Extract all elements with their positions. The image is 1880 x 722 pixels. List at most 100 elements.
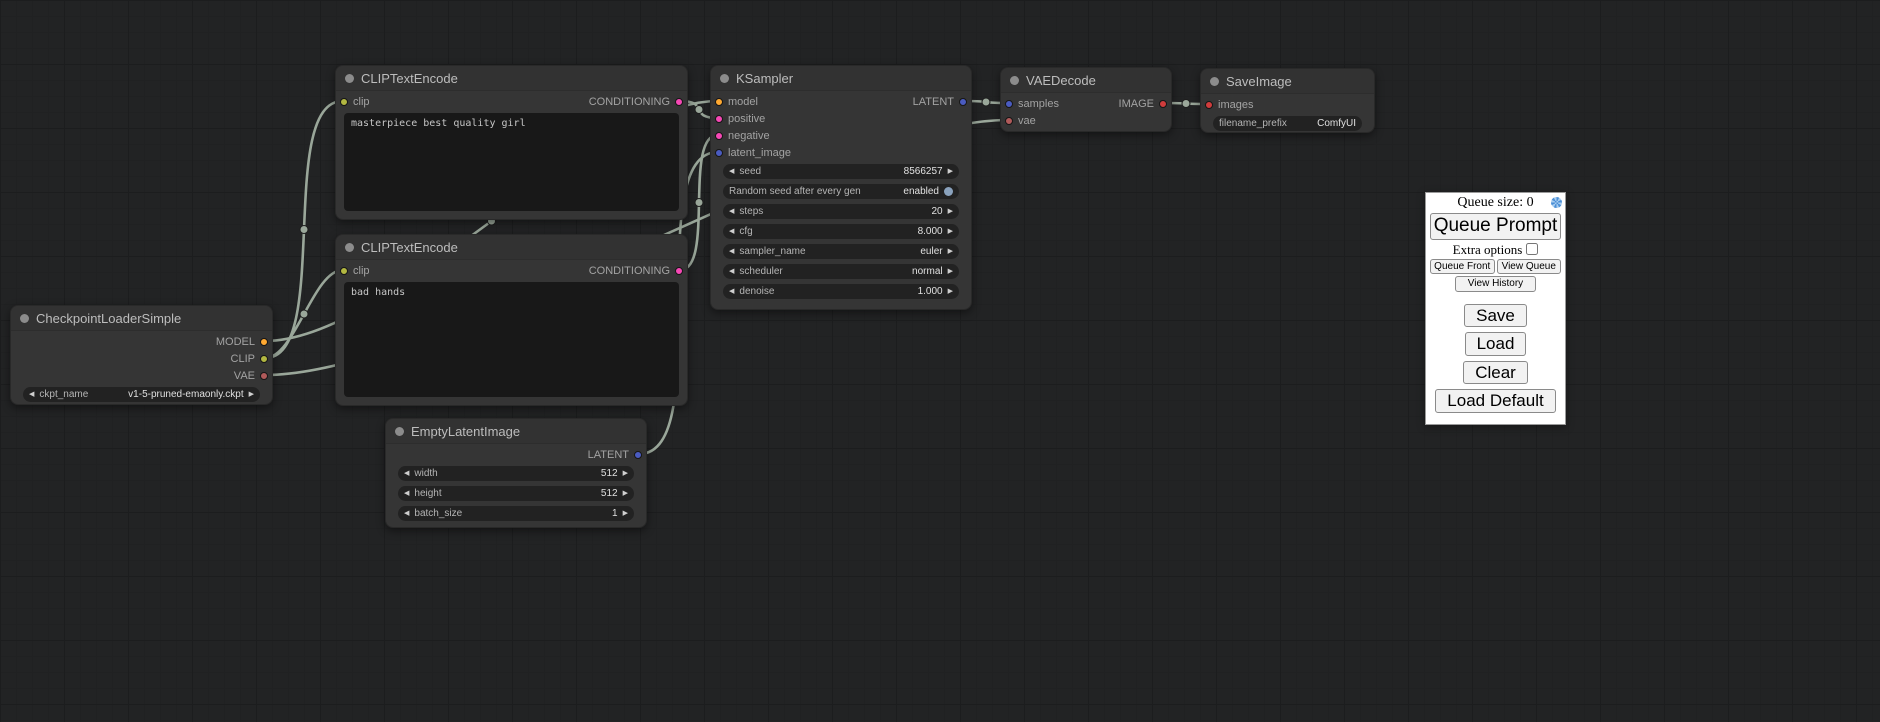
toggle-knob[interactable] xyxy=(944,187,953,196)
extra-options-checkbox[interactable] xyxy=(1526,243,1538,255)
input-slot-latent-image: latent_image xyxy=(711,146,971,160)
output-slot-latent: LATENT xyxy=(386,448,646,462)
widget-value: euler xyxy=(920,246,942,257)
decrement-arrow-icon[interactable]: ◀ xyxy=(729,168,734,175)
input-dot-positive[interactable] xyxy=(715,115,723,123)
node-clip-text-encode-positive[interactable]: CLIPTextEncodeclipCONDITIONINGmasterpiec… xyxy=(335,65,688,220)
node-title-bar[interactable]: CLIPTextEncode xyxy=(336,235,687,260)
node-collapse-dot[interactable] xyxy=(395,427,404,436)
node-collapse-dot[interactable] xyxy=(345,243,354,252)
increment-arrow-icon[interactable]: ▶ xyxy=(948,168,953,175)
widget-value: 1.000 xyxy=(918,286,943,297)
widget-ckpt-name[interactable]: ◀ckpt_namev1-5-pruned-emaonly.ckpt▶ xyxy=(23,387,260,402)
node-checkpoint-loader-simple[interactable]: CheckpointLoaderSimpleMODELCLIPVAE◀ckpt_… xyxy=(10,305,273,405)
output-dot-image[interactable] xyxy=(1159,100,1167,108)
widget-seed[interactable]: ◀seed8566257▶ xyxy=(723,164,959,179)
widget-height[interactable]: ◀height512▶ xyxy=(398,486,634,501)
increment-arrow-icon[interactable]: ▶ xyxy=(623,510,628,517)
input-dot-images[interactable] xyxy=(1205,101,1213,109)
output-dot-latent[interactable] xyxy=(959,98,967,106)
node-title-bar[interactable]: CLIPTextEncode xyxy=(336,66,687,91)
widget-label: denoise xyxy=(739,286,774,297)
slot-label: MODEL xyxy=(216,336,255,348)
widget-value: normal xyxy=(912,266,943,277)
output-dot-clip[interactable] xyxy=(260,355,268,363)
prompt-textarea[interactable]: bad hands xyxy=(344,282,679,397)
decrement-arrow-icon[interactable]: ◀ xyxy=(404,490,409,497)
decrement-arrow-icon[interactable]: ◀ xyxy=(404,470,409,477)
node-collapse-dot[interactable] xyxy=(20,314,29,323)
input-dot-latent-image[interactable] xyxy=(715,149,723,157)
settings-gear-icon[interactable] xyxy=(1551,197,1562,208)
increment-arrow-icon[interactable]: ▶ xyxy=(623,490,628,497)
slot-label: vae xyxy=(1018,115,1036,127)
node-title-bar[interactable]: KSampler xyxy=(711,66,971,91)
output-dot-model[interactable] xyxy=(260,338,268,346)
widget-denoise[interactable]: ◀ denoise 1.000 ▶ xyxy=(723,284,959,299)
input-slot-positive: positive xyxy=(711,112,971,126)
widget-value: 20 xyxy=(931,206,942,217)
queue-front-button[interactable]: Queue Front xyxy=(1430,259,1495,275)
graph-canvas[interactable]: Queue size: 0 Queue Prompt Extra options… xyxy=(0,0,1880,722)
node-collapse-dot[interactable] xyxy=(345,74,354,83)
increment-arrow-icon[interactable]: ▶ xyxy=(948,208,953,215)
input-dot-vae[interactable] xyxy=(1005,117,1013,125)
increment-arrow-icon[interactable]: ▶ xyxy=(623,470,628,477)
output-dot-latent[interactable] xyxy=(634,451,642,459)
decrement-arrow-icon[interactable]: ◀ xyxy=(729,268,734,275)
load-default-button[interactable]: Load Default xyxy=(1435,389,1555,413)
prompt-textarea[interactable]: masterpiece best quality girl xyxy=(344,113,679,211)
link-clip[interactable] xyxy=(265,270,343,358)
decrement-arrow-icon[interactable]: ◀ xyxy=(29,391,34,398)
load-button[interactable]: Load xyxy=(1465,332,1527,356)
slot-label: CLIP xyxy=(231,353,255,365)
node-title-label: EmptyLatentImage xyxy=(411,424,520,439)
widget-batch-size[interactable]: ◀batch_size1▶ xyxy=(398,506,634,521)
increment-arrow-icon[interactable]: ▶ xyxy=(948,268,953,275)
input-slot-vae: vae xyxy=(1001,114,1171,128)
output-slot-clip: CLIP xyxy=(11,352,272,366)
increment-arrow-icon[interactable]: ▶ xyxy=(948,288,953,295)
output-dot-conditioning[interactable] xyxy=(675,98,683,106)
node-title-bar[interactable]: SaveImage xyxy=(1201,69,1374,94)
widget-sampler-name[interactable]: ◀sampler_nameeuler▶ xyxy=(723,244,959,259)
node-title-label: CLIPTextEncode xyxy=(361,240,458,255)
decrement-arrow-icon[interactable]: ◀ xyxy=(404,510,409,517)
decrement-arrow-icon[interactable]: ◀ xyxy=(729,248,734,255)
node-collapse-dot[interactable] xyxy=(1010,76,1019,85)
node-title-bar[interactable]: VAEDecode xyxy=(1001,68,1171,93)
widget-random-seed-after-every-gen[interactable]: Random seed after every genenabled xyxy=(723,184,959,199)
increment-arrow-icon[interactable]: ▶ xyxy=(948,248,953,255)
extra-options-label: Extra options xyxy=(1453,242,1523,257)
widget-label: height xyxy=(414,488,441,499)
input-dot-negative[interactable] xyxy=(715,132,723,140)
clear-button[interactable]: Clear xyxy=(1463,361,1528,385)
node-vae-decode[interactable]: VAEDecodesamplesvaeIMAGE xyxy=(1000,67,1172,132)
decrement-arrow-icon[interactable]: ◀ xyxy=(729,208,734,215)
node-ksampler[interactable]: KSamplermodelpositivenegativelatent_imag… xyxy=(710,65,972,310)
link-clip[interactable] xyxy=(265,101,343,358)
increment-arrow-icon[interactable]: ▶ xyxy=(948,228,953,235)
widget-label: batch_size xyxy=(414,508,462,519)
decrement-arrow-icon[interactable]: ◀ xyxy=(729,288,734,295)
node-collapse-dot[interactable] xyxy=(720,74,729,83)
decrement-arrow-icon[interactable]: ◀ xyxy=(729,228,734,235)
node-clip-text-encode-negative[interactable]: CLIPTextEncodeclipCONDITIONINGbad hands xyxy=(335,234,688,406)
widget-steps[interactable]: ◀steps20▶ xyxy=(723,204,959,219)
node-empty-latent-image[interactable]: EmptyLatentImageLATENT◀width512▶◀height5… xyxy=(385,418,647,528)
queue-prompt-button[interactable]: Queue Prompt xyxy=(1430,213,1561,240)
widget-width[interactable]: ◀width512▶ xyxy=(398,466,634,481)
widget-scheduler[interactable]: ◀schedulernormal▶ xyxy=(723,264,959,279)
widget-cfg[interactable]: ◀cfg8.000▶ xyxy=(723,224,959,239)
view-queue-button[interactable]: View Queue xyxy=(1497,259,1562,275)
output-dot-vae[interactable] xyxy=(260,372,268,380)
widget-filename-prefix[interactable]: filename_prefixComfyUI xyxy=(1213,116,1362,131)
view-history-button[interactable]: View History xyxy=(1455,276,1536,292)
node-collapse-dot[interactable] xyxy=(1210,77,1219,86)
output-dot-conditioning[interactable] xyxy=(675,267,683,275)
node-title-bar[interactable]: EmptyLatentImage xyxy=(386,419,646,444)
save-button[interactable]: Save xyxy=(1464,304,1527,328)
node-title-bar[interactable]: CheckpointLoaderSimple xyxy=(11,306,272,331)
increment-arrow-icon[interactable]: ▶ xyxy=(249,391,254,398)
node-save-image[interactable]: SaveImageimagesfilename_prefixComfyUI xyxy=(1200,68,1375,133)
